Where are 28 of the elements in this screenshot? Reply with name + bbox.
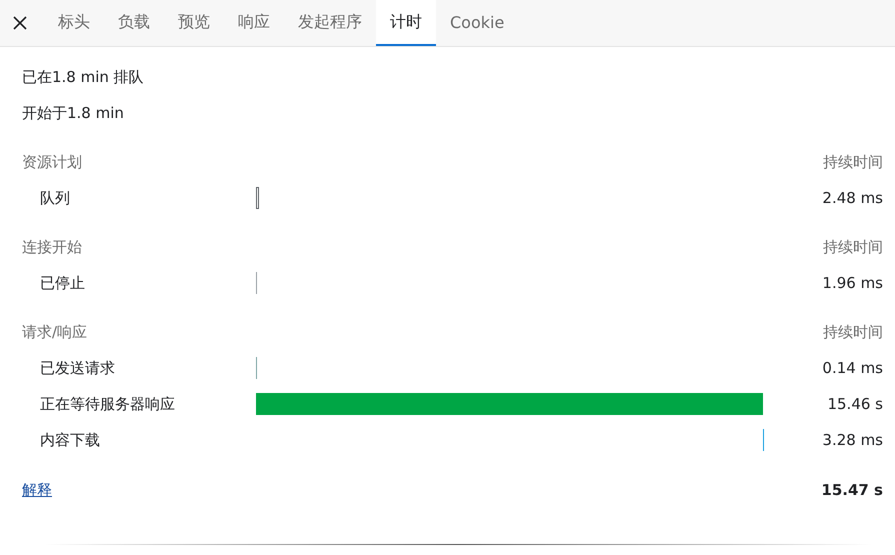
phase-label: 正在等待服务器响应 — [40, 394, 176, 414]
duration-value: 0.14 ms — [822, 359, 883, 377]
duration-heading: 持续时间 — [823, 152, 883, 172]
duration-value: 3.28 ms — [822, 431, 883, 449]
tab[interactable]: 计时 — [376, 0, 436, 46]
summary-text: 开始于1.8 min — [22, 102, 125, 124]
total-duration: 15.47 s — [821, 481, 883, 499]
section-title: 请求/响应 — [22, 322, 88, 342]
tab[interactable]: 负载 — [104, 0, 164, 46]
duration-value: 2.48 ms — [822, 189, 883, 207]
phase-label: 已发送请求 — [40, 358, 116, 378]
phase-label: 队列 — [40, 188, 71, 208]
phase-label: 已停止 — [40, 274, 86, 292]
tab[interactable]: 发起程序 — [284, 0, 376, 46]
duration-value: 15.46 s — [827, 395, 883, 413]
tab[interactable]: Cookie — [436, 0, 518, 46]
explanation-link[interactable]: 解释 — [22, 480, 52, 500]
section-title: 资源计划 — [22, 152, 82, 172]
summary-text: 已在1.8 min 排队 — [22, 66, 145, 88]
duration-heading: 持续时间 — [823, 322, 883, 342]
duration-heading: 持续时间 — [823, 238, 883, 256]
close-icon — [13, 16, 27, 30]
phase-label: 内容下载 — [40, 430, 101, 450]
tab[interactable]: 标头 — [44, 0, 104, 46]
section-title: 连接开始 — [22, 238, 82, 256]
duration-value: 1.96 ms — [822, 274, 883, 292]
tab[interactable]: 响应 — [224, 0, 284, 46]
tab[interactable]: 预览 — [164, 0, 224, 46]
